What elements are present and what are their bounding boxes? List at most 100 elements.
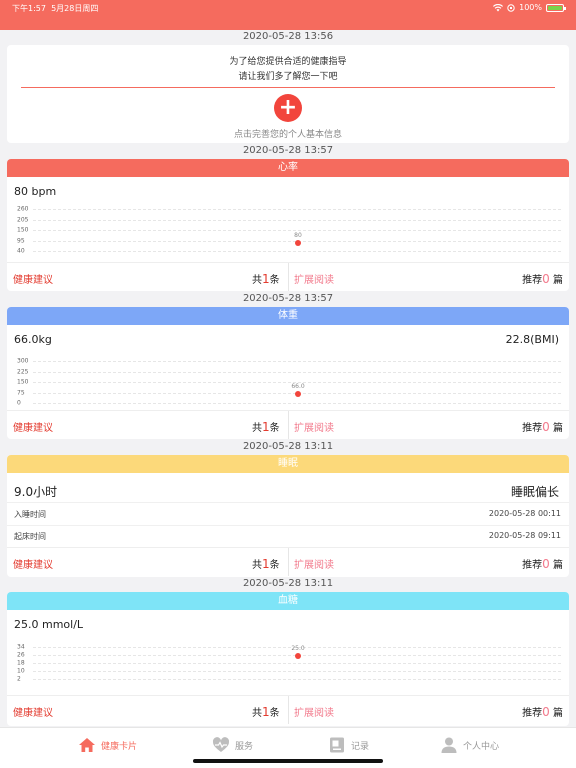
sleep-time-value: 2020-05-28 00:11 bbox=[488, 509, 561, 518]
card-footer: 健康建议 共1条 扩展阅读 推荐0 篇 bbox=[7, 695, 569, 724]
home-icon bbox=[79, 738, 95, 752]
sleep-time-label: 入睡时间 bbox=[14, 510, 46, 519]
data-point bbox=[295, 240, 301, 247]
chart-gridline bbox=[33, 679, 561, 680]
extended-reading-link[interactable]: 扩展阅读 bbox=[294, 556, 334, 571]
health-advice-link[interactable]: 健康建议 bbox=[13, 419, 53, 434]
tab-label: 个人中心 bbox=[463, 741, 500, 752]
advice-count: 共1条 bbox=[252, 556, 280, 571]
y-tick-label: 150 bbox=[17, 378, 29, 386]
chart-gridline bbox=[33, 361, 561, 362]
sleep-time-row: 入睡时间 2020-05-28 00:11 bbox=[14, 509, 561, 520]
card-value: 80 bpm bbox=[14, 185, 57, 198]
card-value: 9.0小时 bbox=[14, 485, 58, 499]
rec-suffix: 篇 bbox=[553, 275, 563, 286]
extended-reading-link[interactable]: 扩展阅读 bbox=[294, 419, 334, 434]
wake-time-label: 起床时间 bbox=[14, 532, 46, 541]
y-tick-label: 26 bbox=[17, 651, 25, 659]
tab-service[interactable]: 服务 bbox=[212, 736, 253, 754]
chart-gridline bbox=[33, 219, 561, 221]
card-footer: 健康建议 共1条 扩展阅读 推荐0 篇 bbox=[7, 262, 569, 291]
card-value-row: 66.0kg 22.8(BMI) bbox=[14, 333, 559, 346]
count-num: 1 bbox=[262, 272, 270, 286]
y-tick-label: 2 bbox=[17, 675, 21, 683]
footer-divider bbox=[288, 548, 289, 576]
weight-card[interactable]: 体重 66.0kg 22.8(BMI) 300 225 150 75 0 66.0 健康建… bbox=[7, 307, 569, 439]
heart-icon bbox=[212, 737, 230, 752]
card-footer: 健康建议 共1条 扩展阅读 推荐0 篇 bbox=[7, 410, 569, 439]
count-prefix: 共 bbox=[252, 423, 262, 434]
add-profile-button[interactable]: + bbox=[274, 94, 302, 122]
y-tick-label: 40 bbox=[17, 247, 25, 255]
card-title: 心率 bbox=[7, 159, 569, 177]
count-prefix: 共 bbox=[252, 275, 262, 286]
rec-prefix: 推荐 bbox=[522, 275, 543, 286]
tab-record[interactable]: 记录 bbox=[328, 736, 369, 754]
tab-label: 健康卡片 bbox=[101, 741, 138, 752]
profile-timestamp: 2020-05-28 13:56 bbox=[242, 31, 334, 42]
health-advice-link[interactable]: 健康建议 bbox=[13, 556, 53, 571]
count-suffix: 条 bbox=[269, 560, 280, 571]
y-tick-label: 0 bbox=[17, 399, 21, 407]
chart-gridline bbox=[33, 663, 561, 664]
count-num: 1 bbox=[262, 557, 270, 571]
footer-divider bbox=[288, 263, 289, 291]
chart-gridline bbox=[33, 209, 561, 210]
row-divider bbox=[7, 502, 569, 503]
y-tick-label: 225 bbox=[17, 368, 29, 375]
profile-line1: 为了给您提供合适的健康指导 bbox=[229, 57, 347, 67]
heart-rate-card[interactable]: 心率 80 bpm 260 205 150 95 40 80 健康建议 共1条 扩展阅读 … bbox=[7, 159, 569, 291]
card-timestamp: 2020-05-28 13:11 bbox=[242, 441, 334, 452]
profile-hint: 点击完善您的个人基本信息 bbox=[233, 130, 342, 140]
data-point-label: 80 bbox=[294, 232, 302, 240]
data-point-label: 25.0 bbox=[291, 645, 305, 652]
health-advice-link[interactable]: 健康建议 bbox=[13, 271, 53, 286]
count-suffix: 条 bbox=[269, 423, 280, 434]
sleep-card[interactable]: 睡眠 9.0小时 睡眠偏长 入睡时间 2020-05-28 00:11 起床时间… bbox=[7, 455, 569, 577]
rec-suffix: 篇 bbox=[553, 560, 563, 571]
chart-gridline bbox=[33, 403, 561, 404]
y-tick-label: 95 bbox=[17, 237, 25, 244]
y-tick-label: 205 bbox=[17, 216, 29, 223]
rec-num: 0 bbox=[542, 557, 550, 571]
card-title: 体重 bbox=[7, 307, 569, 325]
y-tick-label: 300 bbox=[17, 357, 29, 365]
count-num: 1 bbox=[262, 705, 270, 719]
bmi-value: 22.8(BMI) bbox=[505, 333, 559, 346]
tab-profile[interactable]: 个人中心 bbox=[440, 736, 499, 754]
y-tick-label: 260 bbox=[17, 205, 29, 213]
profile-card: 为了给您提供合适的健康指导 请让我们多了解您一下吧 + 点击完善您的个人基本信息 bbox=[7, 45, 569, 143]
tab-label: 服务 bbox=[235, 741, 254, 752]
card-title: 血糖 bbox=[7, 592, 569, 610]
y-tick-label: 10 bbox=[17, 667, 25, 675]
blood-sugar-card[interactable]: 血糖 25.0 mmol/L 34 26 18 10 2 25.0 健康建议 共1条 扩展… bbox=[7, 592, 569, 726]
profile-line2: 请让我们多了解您一下吧 bbox=[238, 72, 338, 82]
extended-reading-link[interactable]: 扩展阅读 bbox=[294, 704, 334, 719]
card-value: 66.0kg bbox=[14, 333, 52, 346]
count-prefix: 共 bbox=[252, 708, 262, 719]
card-value: 25.0 mmol/L bbox=[14, 618, 84, 631]
card-timestamp: 2020-05-28 13:57 bbox=[242, 145, 334, 156]
extended-reading-link[interactable]: 扩展阅读 bbox=[294, 271, 334, 286]
advice-count: 共1条 bbox=[252, 704, 280, 719]
count-suffix: 条 bbox=[269, 275, 280, 286]
card-timestamp: 2020-05-28 13:57 bbox=[242, 293, 334, 304]
health-advice-link[interactable]: 健康建议 bbox=[13, 704, 53, 719]
rec-prefix: 推荐 bbox=[522, 423, 543, 434]
status-right: 100% bbox=[493, 3, 566, 12]
chart-gridline bbox=[33, 251, 561, 252]
recommend-count: 推荐0 篇 bbox=[522, 271, 563, 286]
status-time-date: 下午1:57 5月28日周四 bbox=[12, 3, 98, 14]
battery-percent: 100% bbox=[519, 3, 542, 12]
tab-health-card[interactable]: 健康卡片 bbox=[78, 736, 137, 754]
wake-time-value: 2020-05-28 09:11 bbox=[488, 531, 561, 540]
rec-suffix: 篇 bbox=[553, 708, 563, 719]
recommend-count: 推荐0 篇 bbox=[522, 556, 563, 571]
divider-line bbox=[21, 87, 555, 88]
footer-divider bbox=[288, 411, 289, 439]
battery-icon bbox=[546, 3, 566, 12]
wake-time-row: 起床时间 2020-05-28 09:11 bbox=[14, 531, 561, 542]
status-date: 5月28日周四 bbox=[51, 4, 99, 13]
card-title: 睡眠 bbox=[7, 455, 569, 473]
chart-gridline bbox=[33, 671, 561, 672]
